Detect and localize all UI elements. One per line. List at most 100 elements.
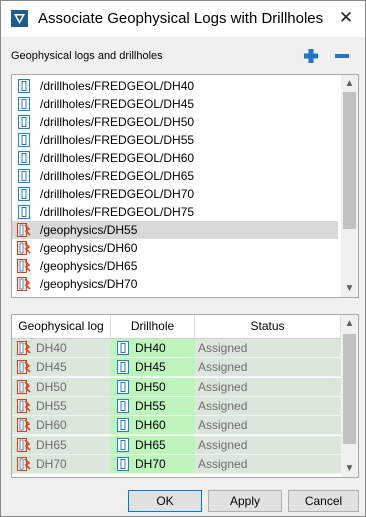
geophysical-log-cell[interactable]: DH60 — [12, 416, 111, 436]
app-logo-icon — [11, 10, 28, 27]
drillhole-cell[interactable]: DH55 — [111, 396, 195, 416]
association-table: Geophysical log Drillhole Status DH40 DH4… — [11, 314, 359, 478]
table-row[interactable]: DH40 DH40 Assigned — [12, 339, 341, 358]
geophysical-log-name: DH40 — [36, 341, 67, 355]
scroll-down-icon[interactable]: ▼ — [341, 460, 358, 477]
drillhole-icon — [116, 360, 130, 375]
list-item-label: /drillholes/FREDGEOL/DH40 — [40, 79, 195, 93]
close-button[interactable]: ✕ — [333, 5, 359, 31]
drillhole-name: DH50 — [135, 379, 166, 394]
window-title: Associate Geophysical Logs with Drillhol… — [38, 10, 324, 27]
status-cell: Assigned — [195, 358, 341, 378]
geophysical-log-name: DH50 — [36, 379, 67, 394]
list-item-label: /drillholes/FREDGEOL/DH75 — [40, 205, 195, 219]
apply-button[interactable]: Apply — [208, 490, 282, 512]
geophysical-log-name: DH55 — [36, 398, 67, 413]
drillhole-icon — [17, 187, 31, 201]
drillhole-icon — [116, 456, 130, 471]
cancel-button[interactable]: Cancel — [288, 490, 359, 512]
list-scrollbar-thumb[interactable] — [343, 92, 356, 229]
table-row[interactable]: DH65 DH65 Assigned — [12, 435, 341, 455]
add-button[interactable] — [303, 48, 319, 64]
geophysical-log-name: DH65 — [36, 437, 67, 452]
plus-icon — [304, 49, 318, 63]
status-cell: Assigned — [195, 454, 341, 474]
column-header-geophysical-log[interactable]: Geophysical log — [12, 315, 111, 338]
geophysics-log-icon — [17, 379, 31, 394]
list-item[interactable]: /drillholes/FREDGEOL/DH40 — [12, 77, 338, 95]
table-row[interactable]: DH55 DH55 Assigned — [12, 396, 341, 416]
table-scrollbar[interactable]: ▲ ▼ — [341, 315, 358, 477]
drillhole-cell[interactable]: DH40 — [111, 339, 195, 358]
list-item[interactable]: /geophysics/DH55 — [12, 221, 338, 239]
list-item-label: /geophysics/DH55 — [40, 223, 138, 237]
drillhole-icon — [17, 97, 31, 111]
geophysics-log-icon — [17, 259, 31, 273]
drillhole-cell[interactable]: DH50 — [111, 377, 195, 397]
list-item[interactable]: /drillholes/FREDGEOL/DH55 — [12, 131, 338, 149]
table-header: Geophysical log Drillhole Status — [12, 315, 341, 339]
drillhole-cell[interactable]: DH45 — [111, 358, 195, 378]
drillhole-cell[interactable]: DH60 — [111, 416, 195, 436]
dialog-window: Associate Geophysical Logs with Drillhol… — [0, 0, 366, 517]
geophysical-log-cell[interactable]: DH55 — [12, 396, 111, 416]
list-item[interactable]: /drillholes/FREDGEOL/DH75 — [12, 203, 338, 221]
title-bar[interactable]: Associate Geophysical Logs with Drillhol… — [1, 1, 365, 37]
drillhole-icon — [17, 205, 31, 219]
list-item[interactable]: /drillholes/FREDGEOL/DH60 — [12, 149, 338, 167]
scroll-up-icon[interactable]: ▲ — [341, 315, 358, 332]
table-row[interactable]: DH60 DH60 Assigned — [12, 416, 341, 436]
drillhole-icon — [17, 115, 31, 129]
list-item[interactable]: /geophysics/DH65 — [12, 257, 338, 275]
drillhole-icon — [116, 341, 130, 355]
list-item[interactable]: /drillholes/FREDGEOL/DH45 — [12, 95, 338, 113]
ok-button[interactable]: OK — [128, 490, 202, 512]
drillhole-cell[interactable]: DH70 — [111, 454, 195, 474]
section-label: Geophysical logs and drillholes — [11, 50, 163, 62]
geophysics-log-icon — [17, 360, 31, 375]
drillhole-name: DH40 — [135, 341, 166, 355]
list-item[interactable]: /drillholes/FREDGEOL/DH50 — [12, 113, 338, 131]
column-header-status[interactable]: Status — [195, 315, 341, 338]
scroll-up-icon[interactable]: ▲ — [341, 75, 358, 92]
geophysical-log-cell[interactable]: DH45 — [12, 358, 111, 378]
list-scrollbar[interactable]: ▲ ▼ — [341, 75, 358, 297]
status-cell: Assigned — [195, 396, 341, 416]
list-item[interactable]: /geophysics/DH70 — [12, 275, 338, 293]
geophysics-log-icon — [17, 277, 31, 291]
drillhole-icon — [116, 379, 130, 394]
geophysical-log-name: DH60 — [36, 418, 67, 433]
geophysics-log-icon — [17, 437, 31, 452]
geophysical-log-cell[interactable]: DH70 — [12, 454, 111, 474]
table-row[interactable]: DH45 DH45 Assigned — [12, 358, 341, 378]
geophysical-log-cell[interactable]: DH40 — [12, 339, 111, 358]
list-item-label: /geophysics/DH70 — [40, 277, 138, 291]
drillhole-name: DH45 — [135, 360, 166, 375]
geophysical-log-cell[interactable]: DH65 — [12, 435, 111, 455]
drillhole-cell[interactable]: DH65 — [111, 435, 195, 455]
column-header-drillhole[interactable]: Drillhole — [111, 315, 195, 338]
geophysical-log-name: DH70 — [36, 456, 67, 471]
scroll-down-icon[interactable]: ▼ — [341, 280, 358, 297]
list-item[interactable]: /drillholes/FREDGEOL/DH70 — [12, 185, 338, 203]
table-row[interactable]: DH50 DH50 Assigned — [12, 377, 341, 397]
geophysics-log-icon — [17, 223, 31, 237]
list-item-label: /drillholes/FREDGEOL/DH60 — [40, 151, 195, 165]
status-cell: Assigned — [195, 416, 341, 436]
status-cell: Assigned — [195, 377, 341, 397]
drillhole-icon — [116, 418, 130, 433]
logs-drillholes-list[interactable]: /drillholes/FREDGEOL/DH40/drillholes/FRE… — [11, 74, 359, 298]
geophysics-log-icon — [17, 418, 31, 433]
drillhole-icon — [17, 151, 31, 165]
table-row[interactable]: DH70 DH70 Assigned — [12, 454, 341, 474]
list-item[interactable]: /geophysics/DH60 — [12, 239, 338, 257]
drillhole-name: DH65 — [135, 437, 166, 452]
table-scrollbar-thumb[interactable] — [343, 334, 356, 444]
drillhole-icon — [17, 169, 31, 183]
drillhole-name: DH70 — [135, 456, 166, 471]
list-item-label: /drillholes/FREDGEOL/DH65 — [40, 169, 195, 183]
geophysical-log-cell[interactable]: DH50 — [12, 377, 111, 397]
remove-button[interactable] — [334, 48, 350, 64]
drillhole-name: DH60 — [135, 418, 166, 433]
list-item[interactable]: /drillholes/FREDGEOL/DH65 — [12, 167, 338, 185]
